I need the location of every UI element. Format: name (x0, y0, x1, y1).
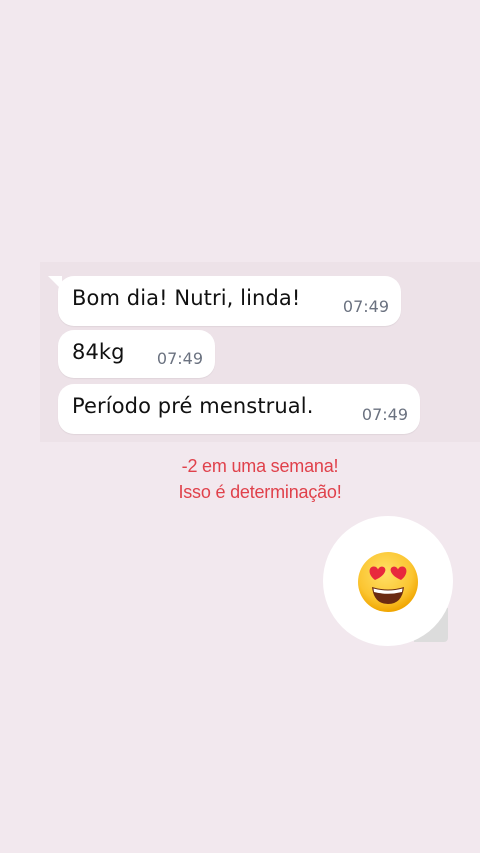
message-bubble[interactable]: Bom dia! Nutri, linda! 07:49 (58, 276, 401, 326)
message-text: Bom dia! Nutri, linda! (72, 286, 301, 310)
message-text: Período pré menstrual. (72, 394, 314, 418)
message-text: 84kg (72, 340, 125, 364)
caption-line-1: -2 em uma semana! (181, 456, 339, 476)
message-time: 07:49 (342, 297, 389, 316)
message-bubble[interactable]: 84kg 07:49 (58, 330, 215, 378)
message-time: 07:49 (361, 405, 408, 424)
message-time: 07:49 (156, 349, 203, 368)
heart-eyes-emoji-icon (358, 552, 418, 612)
message-bubble[interactable]: Período pré menstrual. 07:49 (58, 384, 420, 434)
caption-line-2: Isso é determinação! (178, 482, 342, 502)
